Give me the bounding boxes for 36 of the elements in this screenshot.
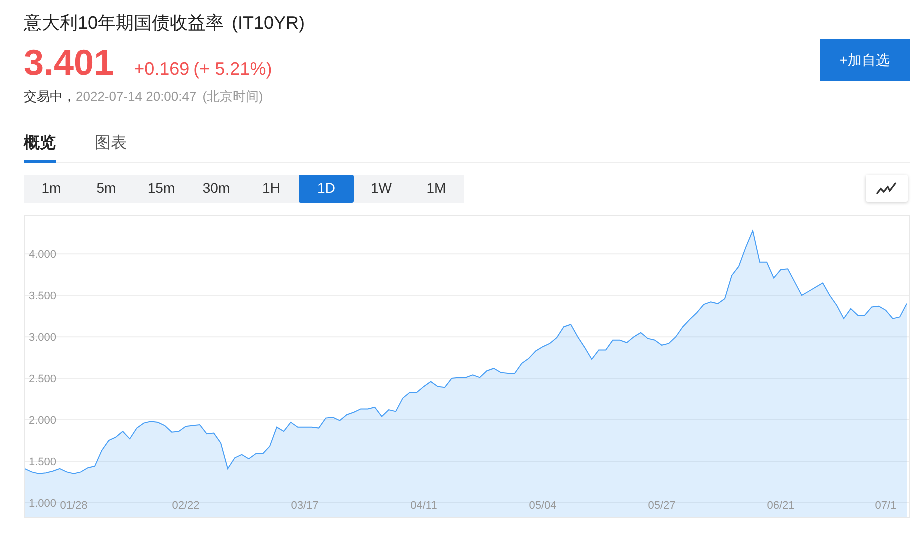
- x-axis-label: 06/21: [767, 500, 795, 512]
- x-axis-label: 04/11: [410, 500, 438, 512]
- line-chart-button[interactable]: [866, 175, 908, 202]
- interval-button[interactable]: 15m: [134, 174, 189, 202]
- trading-status: 交易中，: [24, 88, 76, 106]
- interval-button[interactable]: 1H: [244, 174, 299, 202]
- interval-button[interactable]: 1W: [354, 174, 409, 202]
- interval-button[interactable]: 5m: [79, 174, 134, 202]
- y-axis-label: 2.500: [29, 373, 57, 386]
- x-axis-label: 01/28: [60, 500, 88, 512]
- x-axis-label: 05/27: [648, 500, 676, 512]
- x-axis-label: 05/04: [529, 500, 557, 512]
- x-axis-label: 03/17: [291, 500, 319, 512]
- x-axis-label: 02/22: [172, 500, 200, 512]
- interval-button[interactable]: 1D: [299, 174, 354, 202]
- price-change: +0.169: [134, 58, 190, 81]
- interval-button[interactable]: 30m: [189, 174, 244, 202]
- price: 3.401: [24, 41, 114, 85]
- line-chart-icon: [876, 182, 898, 196]
- y-axis-label: 3.000: [29, 332, 57, 344]
- timezone: (北京时间): [202, 88, 264, 106]
- y-axis-label: 1.000: [29, 497, 57, 510]
- tab[interactable]: 概览: [24, 128, 56, 162]
- y-axis-label: 1.500: [29, 456, 57, 468]
- page-title: 意大利10年期国债收益率: [24, 12, 224, 35]
- y-axis-label: 3.500: [29, 290, 57, 302]
- timestamp: 2022-07-14 20:00:47: [76, 88, 197, 106]
- add-to-watchlist-button[interactable]: +加自选: [820, 39, 910, 81]
- interval-button[interactable]: 1m: [24, 174, 79, 202]
- interval-button[interactable]: 1M: [409, 174, 464, 202]
- symbol: (IT10YR): [232, 12, 306, 35]
- x-axis-label: 07/1: [875, 500, 897, 512]
- y-axis-label: 2.000: [29, 414, 57, 426]
- percent-change: (+ 5.21%): [194, 58, 272, 81]
- y-axis-label: 4.000: [29, 248, 57, 261]
- tab[interactable]: 图表: [95, 128, 127, 162]
